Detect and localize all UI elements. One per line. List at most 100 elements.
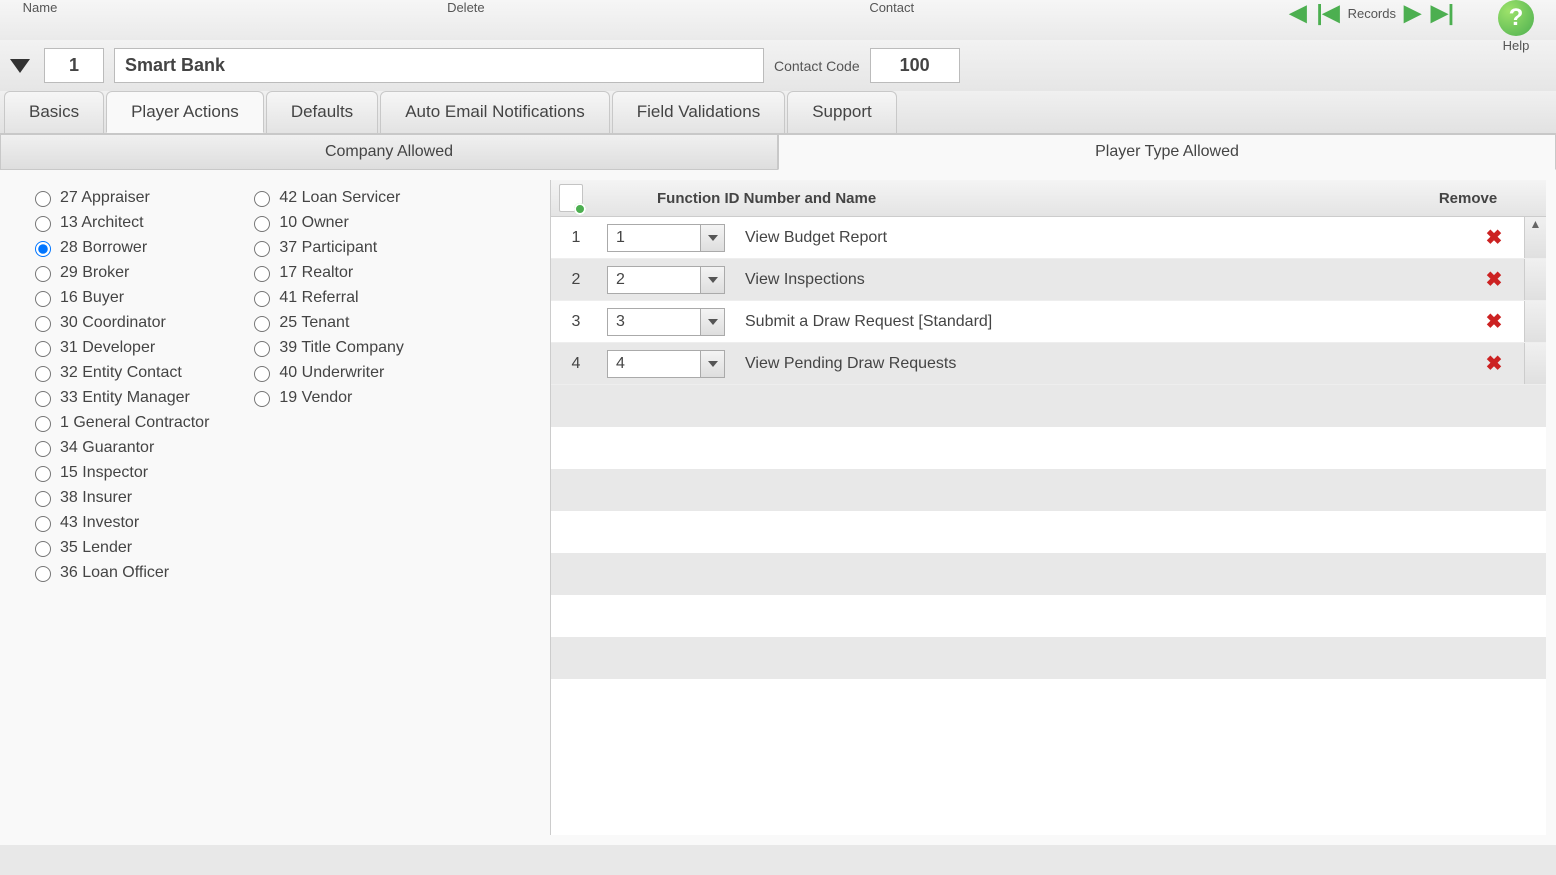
record-id-field[interactable]: 1 <box>44 48 104 83</box>
tab-player-actions[interactable]: Player Actions <box>106 91 264 133</box>
tab-auto-email[interactable]: Auto Email Notifications <box>380 91 610 133</box>
chevron-down-icon[interactable] <box>700 351 724 377</box>
player-type-option[interactable]: 25 Tenant <box>249 313 404 332</box>
player-type-radio[interactable] <box>254 391 270 407</box>
player-type-radio[interactable] <box>35 241 51 257</box>
player-type-radio[interactable] <box>35 366 51 382</box>
function-id-dropdown[interactable]: 2 <box>607 266 725 294</box>
subtab-company-allowed[interactable]: Company Allowed <box>0 134 778 170</box>
toolbar-contact[interactable]: Contact <box>862 0 922 15</box>
player-type-radio[interactable] <box>35 516 51 532</box>
player-type-radio[interactable] <box>254 341 270 357</box>
remove-row-icon[interactable]: ✖ <box>1486 227 1503 249</box>
player-type-radio[interactable] <box>35 291 51 307</box>
function-id-dropdown[interactable]: 1 <box>607 224 725 252</box>
records-label: Records <box>1348 6 1396 21</box>
player-type-label: 39 Title Company <box>279 339 404 357</box>
function-id-dropdown[interactable]: 3 <box>607 308 725 336</box>
player-type-option[interactable]: 17 Realtor <box>249 263 404 282</box>
player-type-radio[interactable] <box>35 566 51 582</box>
player-type-option[interactable]: 28 Borrower <box>30 238 209 257</box>
empty-row <box>551 511 1546 553</box>
player-type-label: 10 Owner <box>279 214 348 232</box>
player-type-option[interactable]: 34 Guarantor <box>30 438 209 457</box>
records-last-icon[interactable]: ▶| <box>1429 0 1456 26</box>
function-name: View Pending Draw Requests <box>731 355 1464 373</box>
record-header: 1 Smart Bank Contact Code 100 <box>0 40 1556 91</box>
tab-basics[interactable]: Basics <box>4 91 104 133</box>
player-type-radio[interactable] <box>35 466 51 482</box>
dropdown-icon[interactable] <box>10 59 30 73</box>
player-type-radio[interactable] <box>254 241 270 257</box>
scrollbar-track[interactable] <box>1524 301 1546 342</box>
player-type-radio[interactable] <box>254 316 270 332</box>
player-type-option[interactable]: 32 Entity Contact <box>30 363 209 382</box>
player-type-radio[interactable] <box>35 191 51 207</box>
player-type-radio[interactable] <box>254 291 270 307</box>
scrollbar-track[interactable] <box>1524 259 1546 300</box>
function-name: Submit a Draw Request [Standard] <box>731 313 1464 331</box>
player-type-option[interactable]: 41 Referral <box>249 288 404 307</box>
player-type-radio[interactable] <box>254 366 270 382</box>
record-name-field[interactable]: Smart Bank <box>114 48 764 83</box>
tab-support[interactable]: Support <box>787 91 897 133</box>
functions-table: Function ID Number and Name Remove 11Vie… <box>550 180 1546 835</box>
help-icon[interactable]: ? <box>1498 0 1534 36</box>
player-type-option[interactable]: 16 Buyer <box>30 288 209 307</box>
records-prev-icon[interactable]: ◀ <box>1288 0 1309 26</box>
player-type-option[interactable]: 29 Broker <box>30 263 209 282</box>
player-type-option[interactable]: 31 Developer <box>30 338 209 357</box>
player-type-option[interactable]: 1 General Contractor <box>30 413 209 432</box>
player-type-option[interactable]: 13 Architect <box>30 213 209 232</box>
player-type-option[interactable]: 36 Loan Officer <box>30 563 209 582</box>
player-type-radio[interactable] <box>35 441 51 457</box>
records-first-icon[interactable]: |◀ <box>1315 0 1342 26</box>
player-type-radio[interactable] <box>35 266 51 282</box>
player-type-option[interactable]: 43 Investor <box>30 513 209 532</box>
remove-row-icon[interactable]: ✖ <box>1486 353 1503 375</box>
player-type-radio[interactable] <box>35 541 51 557</box>
player-type-radio[interactable] <box>35 391 51 407</box>
tab-field-validations[interactable]: Field Validations <box>612 91 785 133</box>
toolbar-help[interactable]: ? Help <box>1486 0 1546 53</box>
main-tabs: Basics Player Actions Defaults Auto Emai… <box>0 91 1556 133</box>
player-type-radio[interactable] <box>254 191 270 207</box>
subtab-player-type-allowed[interactable]: Player Type Allowed <box>778 134 1556 170</box>
row-number: 2 <box>551 271 601 289</box>
remove-row-icon[interactable]: ✖ <box>1486 311 1503 333</box>
records-next-icon[interactable]: ▶ <box>1402 0 1423 26</box>
scrollbar-track[interactable] <box>1524 343 1546 384</box>
player-type-radio[interactable] <box>254 216 270 232</box>
remove-row-icon[interactable]: ✖ <box>1486 269 1503 291</box>
player-type-option[interactable]: 19 Vendor <box>249 388 404 407</box>
player-type-radio[interactable] <box>35 316 51 332</box>
player-type-option[interactable]: 35 Lender <box>30 538 209 557</box>
player-type-label: 31 Developer <box>60 339 155 357</box>
contact-code-field[interactable]: 100 <box>870 48 960 83</box>
player-type-option[interactable]: 38 Insurer <box>30 488 209 507</box>
player-type-option[interactable]: 39 Title Company <box>249 338 404 357</box>
player-type-option[interactable]: 42 Loan Servicer <box>249 188 404 207</box>
player-type-option[interactable]: 15 Inspector <box>30 463 209 482</box>
player-type-label: 32 Entity Contact <box>60 364 182 382</box>
player-type-radio[interactable] <box>35 491 51 507</box>
player-type-option[interactable]: 10 Owner <box>249 213 404 232</box>
function-id-dropdown[interactable]: 4 <box>607 350 725 378</box>
tab-defaults[interactable]: Defaults <box>266 91 378 133</box>
player-type-label: 13 Architect <box>60 214 144 232</box>
scroll-up-icon[interactable]: ▲ <box>1524 217 1546 258</box>
chevron-down-icon[interactable] <box>700 309 724 335</box>
player-type-option[interactable]: 33 Entity Manager <box>30 388 209 407</box>
chevron-down-icon[interactable] <box>700 267 724 293</box>
player-type-radio[interactable] <box>35 216 51 232</box>
add-row-icon[interactable] <box>559 184 583 212</box>
player-type-option[interactable]: 40 Underwriter <box>249 363 404 382</box>
player-type-option[interactable]: 30 Coordinator <box>30 313 209 332</box>
player-type-radio[interactable] <box>35 341 51 357</box>
player-type-option[interactable]: 27 Appraiser <box>30 188 209 207</box>
player-type-radio[interactable] <box>35 416 51 432</box>
chevron-down-icon[interactable] <box>700 225 724 251</box>
player-type-radio[interactable] <box>254 266 270 282</box>
toolbar-delete[interactable]: Delete <box>436 0 496 15</box>
player-type-option[interactable]: 37 Participant <box>249 238 404 257</box>
